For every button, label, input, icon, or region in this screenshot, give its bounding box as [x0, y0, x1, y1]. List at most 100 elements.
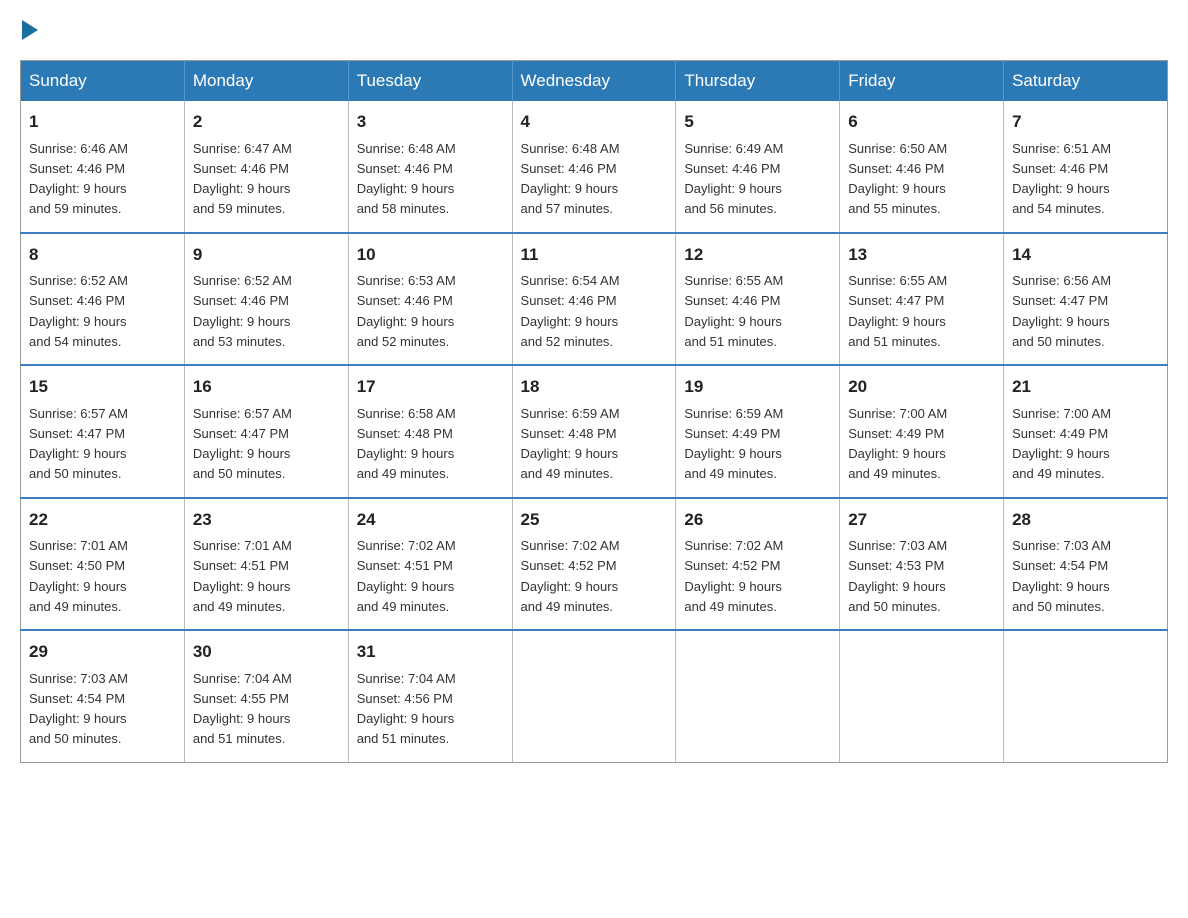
day-number: 12: [684, 242, 831, 268]
day-number: 4: [521, 109, 668, 135]
calendar-cell: 24 Sunrise: 7:02 AMSunset: 4:51 PMDayligh…: [348, 498, 512, 631]
day-info: Sunrise: 7:02 AMSunset: 4:52 PMDaylight:…: [684, 538, 783, 614]
calendar-cell: 21 Sunrise: 7:00 AMSunset: 4:49 PMDayligh…: [1004, 365, 1168, 498]
day-number: 11: [521, 242, 668, 268]
day-number: 23: [193, 507, 340, 533]
day-info: Sunrise: 6:48 AMSunset: 4:46 PMDaylight:…: [357, 141, 456, 217]
weekday-header-thursday: Thursday: [676, 61, 840, 102]
day-info: Sunrise: 7:03 AMSunset: 4:53 PMDaylight:…: [848, 538, 947, 614]
day-info: Sunrise: 6:56 AMSunset: 4:47 PMDaylight:…: [1012, 273, 1111, 349]
calendar-cell: 9 Sunrise: 6:52 AMSunset: 4:46 PMDaylight…: [184, 233, 348, 366]
day-number: 8: [29, 242, 176, 268]
day-number: 26: [684, 507, 831, 533]
calendar-cell: 17 Sunrise: 6:58 AMSunset: 4:48 PMDayligh…: [348, 365, 512, 498]
calendar-cell: 7Sunrise: 6:51 AMSunset: 4:46 PMDaylight…: [1004, 101, 1168, 233]
day-number: 15: [29, 374, 176, 400]
calendar-cell: 10 Sunrise: 6:53 AMSunset: 4:46 PMDayligh…: [348, 233, 512, 366]
weekday-header-saturday: Saturday: [1004, 61, 1168, 102]
day-number: 21: [1012, 374, 1159, 400]
day-number: 28: [1012, 507, 1159, 533]
calendar-week-row: 22Sunrise: 7:01 AMSunset: 4:50 PMDayligh…: [21, 498, 1168, 631]
calendar-cell: 8Sunrise: 6:52 AMSunset: 4:46 PMDaylight…: [21, 233, 185, 366]
calendar-week-row: 29 Sunrise: 7:03 AMSunset: 4:54 PMDayligh…: [21, 630, 1168, 762]
day-number: 14: [1012, 242, 1159, 268]
day-info: Sunrise: 7:03 AMSunset: 4:54 PMDaylight:…: [29, 671, 128, 747]
day-number: 24: [357, 507, 504, 533]
day-number: 17: [357, 374, 504, 400]
weekday-header-monday: Monday: [184, 61, 348, 102]
page-header: [20, 20, 1168, 40]
day-number: 29: [29, 639, 176, 665]
calendar-cell: 13 Sunrise: 6:55 AMSunset: 4:47 PMDayligh…: [840, 233, 1004, 366]
day-number: 1: [29, 109, 176, 135]
calendar-cell: 25Sunrise: 7:02 AMSunset: 4:52 PMDayligh…: [512, 498, 676, 631]
day-info: Sunrise: 6:58 AMSunset: 4:48 PMDaylight:…: [357, 406, 456, 482]
calendar-cell: 30 Sunrise: 7:04 AMSunset: 4:55 PMDayligh…: [184, 630, 348, 762]
calendar-cell: [1004, 630, 1168, 762]
calendar-cell: 23 Sunrise: 7:01 AMSunset: 4:51 PMDayligh…: [184, 498, 348, 631]
day-number: 18: [521, 374, 668, 400]
day-number: 20: [848, 374, 995, 400]
calendar-cell: 1 Sunrise: 6:46 AMSunset: 4:46 PMDaylight…: [21, 101, 185, 233]
day-number: 7: [1012, 109, 1159, 135]
weekday-header-sunday: Sunday: [21, 61, 185, 102]
day-number: 3: [357, 109, 504, 135]
day-info: Sunrise: 7:02 AMSunset: 4:51 PMDaylight:…: [357, 538, 456, 614]
weekday-header-tuesday: Tuesday: [348, 61, 512, 102]
day-info: Sunrise: 7:00 AMSunset: 4:49 PMDaylight:…: [848, 406, 947, 482]
day-number: 2: [193, 109, 340, 135]
day-info: Sunrise: 6:53 AMSunset: 4:46 PMDaylight:…: [357, 273, 456, 349]
calendar-cell: 5 Sunrise: 6:49 AMSunset: 4:46 PMDaylight…: [676, 101, 840, 233]
calendar-cell: 14 Sunrise: 6:56 AMSunset: 4:47 PMDayligh…: [1004, 233, 1168, 366]
day-info: Sunrise: 6:52 AMSunset: 4:46 PMDaylight:…: [193, 273, 292, 349]
calendar-cell: 29 Sunrise: 7:03 AMSunset: 4:54 PMDayligh…: [21, 630, 185, 762]
day-number: 9: [193, 242, 340, 268]
day-number: 22: [29, 507, 176, 533]
day-info: Sunrise: 7:04 AMSunset: 4:56 PMDaylight:…: [357, 671, 456, 747]
calendar-cell: 18Sunrise: 6:59 AMSunset: 4:48 PMDayligh…: [512, 365, 676, 498]
weekday-header-row: SundayMondayTuesdayWednesdayThursdayFrid…: [21, 61, 1168, 102]
logo-area: [20, 20, 40, 40]
day-info: Sunrise: 6:49 AMSunset: 4:46 PMDaylight:…: [684, 141, 783, 217]
calendar-cell: 16 Sunrise: 6:57 AMSunset: 4:47 PMDayligh…: [184, 365, 348, 498]
calendar-week-row: 8 Sunrise: 6:52 AMSunset: 4:46 PMDaylight…: [21, 233, 1168, 366]
calendar-cell: 4 Sunrise: 6:48 AMSunset: 4:46 PMDaylight…: [512, 101, 676, 233]
calendar-cell: [676, 630, 840, 762]
calendar-cell: 26 Sunrise: 7:02 AMSunset: 4:52 PMDayligh…: [676, 498, 840, 631]
day-number: 31: [357, 639, 504, 665]
day-number: 13: [848, 242, 995, 268]
logo-arrow-icon: [22, 20, 38, 40]
day-info: Sunrise: 6:47 AMSunset: 4:46 PMDaylight:…: [193, 141, 292, 217]
day-number: 6: [848, 109, 995, 135]
weekday-header-friday: Friday: [840, 61, 1004, 102]
day-number: 27: [848, 507, 995, 533]
calendar-cell: 15 Sunrise: 6:57 AMSunset: 4:47 PMDayligh…: [21, 365, 185, 498]
day-info: Sunrise: 7:01 AMSunset: 4:51 PMDaylight:…: [193, 538, 292, 614]
day-number: 30: [193, 639, 340, 665]
calendar-cell: 2 Sunrise: 6:47 AMSunset: 4:46 PMDaylight…: [184, 101, 348, 233]
calendar-cell: 19Sunrise: 6:59 AMSunset: 4:49 PMDayligh…: [676, 365, 840, 498]
day-number: 16: [193, 374, 340, 400]
calendar-table: SundayMondayTuesdayWednesdayThursdayFrid…: [20, 60, 1168, 763]
day-info: Sunrise: 6:54 AMSunset: 4:46 PMDaylight:…: [521, 273, 620, 349]
day-info: Sunrise: 7:04 AMSunset: 4:55 PMDaylight:…: [193, 671, 292, 747]
day-info: Sunrise: 6:48 AMSunset: 4:46 PMDaylight:…: [521, 141, 620, 217]
day-info: Sunrise: 6:50 AMSunset: 4:46 PMDaylight:…: [848, 141, 947, 217]
calendar-week-row: 1 Sunrise: 6:46 AMSunset: 4:46 PMDaylight…: [21, 101, 1168, 233]
day-info: Sunrise: 7:00 AMSunset: 4:49 PMDaylight:…: [1012, 406, 1111, 482]
day-number: 10: [357, 242, 504, 268]
calendar-cell: 31 Sunrise: 7:04 AMSunset: 4:56 PMDayligh…: [348, 630, 512, 762]
day-info: Sunrise: 6:57 AMSunset: 4:47 PMDaylight:…: [193, 406, 292, 482]
calendar-cell: 11 Sunrise: 6:54 AMSunset: 4:46 PMDayligh…: [512, 233, 676, 366]
calendar-cell: [840, 630, 1004, 762]
calendar-cell: 20 Sunrise: 7:00 AMSunset: 4:49 PMDayligh…: [840, 365, 1004, 498]
day-number: 5: [684, 109, 831, 135]
day-info: Sunrise: 6:57 AMSunset: 4:47 PMDaylight:…: [29, 406, 128, 482]
day-number: 19: [684, 374, 831, 400]
logo: [20, 20, 40, 40]
day-info: Sunrise: 6:46 AMSunset: 4:46 PMDaylight:…: [29, 141, 128, 217]
calendar-cell: 3 Sunrise: 6:48 AMSunset: 4:46 PMDaylight…: [348, 101, 512, 233]
calendar-cell: [512, 630, 676, 762]
calendar-cell: 22Sunrise: 7:01 AMSunset: 4:50 PMDayligh…: [21, 498, 185, 631]
day-info: Sunrise: 6:55 AMSunset: 4:47 PMDaylight:…: [848, 273, 947, 349]
